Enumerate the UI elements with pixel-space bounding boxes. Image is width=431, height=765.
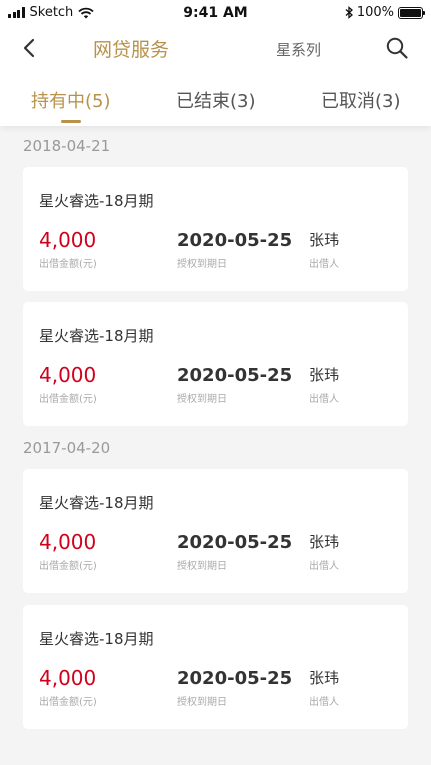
series-link[interactable]: 星系列 — [276, 39, 321, 60]
tab-bar: 持有中(5) 已结束(3) 已取消(3) — [0, 70, 431, 126]
product-name: 星火睿选-18月期 — [39, 494, 154, 512]
battery-icon — [398, 6, 425, 19]
product-name: 星火睿选-18月期 — [39, 327, 154, 345]
lender-name: 张玮 — [309, 366, 340, 384]
investment-card[interactable]: 星火睿选-18月期 4,000 出借金额(元) 2020-05-25 授权到期日… — [23, 469, 408, 593]
expire-date: 2020-05-25 — [177, 230, 293, 251]
expire-date-label: 授权到期日 — [177, 259, 227, 270]
investment-card[interactable]: 星火睿选-18月期 4,000 出借金额(元) 2020-05-25 授权到期日… — [23, 167, 408, 291]
expire-date-label: 授权到期日 — [177, 697, 227, 708]
expire-date: 2020-05-25 — [177, 365, 293, 386]
lender-name: 张玮 — [309, 533, 340, 551]
expire-date-label: 授权到期日 — [177, 394, 227, 405]
loan-amount-label: 出借金额(元) — [39, 259, 97, 270]
loan-amount: 4,000 — [39, 228, 97, 252]
loan-amount-label: 出借金额(元) — [39, 394, 97, 405]
lender-name: 张玮 — [309, 231, 340, 249]
tab-ended[interactable]: 已结束(3) — [176, 87, 256, 113]
nav-bar: 网贷服务 星系列 — [0, 26, 431, 70]
investment-card[interactable]: 星火睿选-18月期 4,000 出借金额(元) 2020-05-25 授权到期日… — [23, 302, 408, 426]
loan-amount-label: 出借金额(元) — [39, 697, 97, 708]
group-date: 2017-04-20 — [23, 439, 111, 457]
loan-amount: 4,000 — [39, 530, 97, 554]
loan-amount: 4,000 — [39, 666, 97, 690]
group-date: 2018-04-21 — [23, 137, 111, 155]
page-title: 网贷服务 — [93, 39, 170, 61]
bluetooth-icon — [345, 6, 353, 19]
expire-date: 2020-05-25 — [177, 668, 293, 689]
status-right: 100% — [345, 5, 425, 20]
product-name: 星火睿选-18月期 — [39, 630, 154, 648]
chevron-left-icon[interactable] — [16, 34, 44, 62]
tab-indicator — [61, 120, 81, 123]
tab-holding[interactable]: 持有中(5) — [31, 87, 111, 113]
lender-label: 出借人 — [309, 259, 339, 270]
lender-label: 出借人 — [309, 394, 339, 405]
battery-percent: 100% — [356, 5, 394, 20]
expire-date: 2020-05-25 — [177, 532, 293, 553]
lender-label: 出借人 — [309, 697, 339, 708]
lender-label: 出借人 — [309, 561, 339, 572]
investment-card[interactable]: 星火睿选-18月期 4,000 出借金额(元) 2020-05-25 授权到期日… — [23, 605, 408, 729]
lender-name: 张玮 — [309, 669, 340, 687]
expire-date-label: 授权到期日 — [177, 561, 227, 572]
loan-amount: 4,000 — [39, 363, 97, 387]
loan-amount-label: 出借金额(元) — [39, 561, 97, 572]
product-name: 星火睿选-18月期 — [39, 192, 154, 210]
tab-cancelled[interactable]: 已取消(3) — [321, 87, 401, 113]
search-icon[interactable] — [385, 36, 409, 60]
status-bar: Sketch 9:41 AM 100% — [0, 0, 431, 26]
